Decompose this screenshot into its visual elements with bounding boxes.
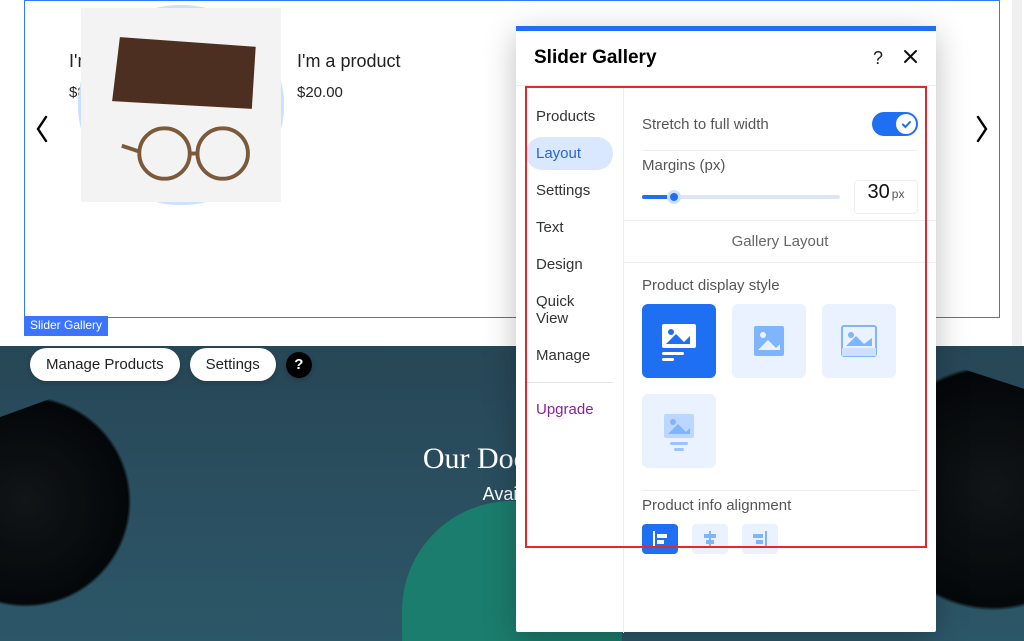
margins-value-box[interactable]: 30 px — [854, 180, 918, 214]
margins-label: Margins (px) — [642, 157, 918, 174]
gallery-prev-arrow[interactable] — [31, 109, 53, 149]
side-tab-settings[interactable]: Settings — [526, 174, 613, 207]
product-name: I'm a product — [297, 51, 503, 72]
product-image — [78, 5, 284, 205]
display-style-option-1[interactable] — [642, 304, 716, 378]
stretch-label: Stretch to full width — [642, 116, 769, 133]
help-icon[interactable]: ? — [286, 352, 312, 378]
panel-header: Slider Gallery ? — [516, 31, 936, 86]
product-card[interactable]: I'm a product $20.00 — [297, 27, 503, 101]
side-tab-products[interactable]: Products — [526, 100, 613, 133]
side-upgrade-link[interactable]: Upgrade — [526, 393, 613, 426]
side-tab-text[interactable]: Text — [526, 211, 613, 244]
info-alignment-label: Product info alignment — [642, 497, 918, 514]
info-alignment-options — [642, 524, 918, 554]
align-center-option[interactable] — [692, 524, 728, 554]
product-price: $20.00 — [297, 84, 503, 101]
selection-tag: Slider Gallery — [24, 316, 108, 336]
align-left-option[interactable] — [642, 524, 678, 554]
display-style-option-2[interactable] — [732, 304, 806, 378]
display-style-options — [642, 304, 918, 468]
settings-button[interactable]: Settings — [190, 348, 276, 381]
margins-slider[interactable] — [642, 186, 840, 208]
gallery-layout-section-title: Gallery Layout — [624, 220, 936, 263]
display-style-label: Product display style — [642, 277, 918, 294]
panel-title: Slider Gallery — [534, 47, 657, 69]
panel-close-icon[interactable] — [903, 48, 918, 69]
selection-actions: Manage Products Settings ? — [30, 348, 312, 381]
settings-panel: Slider Gallery ? Products Layout Setting… — [516, 26, 936, 632]
margins-value: 30 — [868, 181, 890, 204]
check-icon — [896, 114, 916, 134]
align-right-option[interactable] — [742, 524, 778, 554]
panel-help-icon[interactable]: ? — [873, 48, 883, 69]
side-tab-manage[interactable]: Manage — [526, 339, 613, 372]
display-style-option-3[interactable] — [822, 304, 896, 378]
margins-unit: px — [892, 187, 905, 201]
panel-content: Stretch to full width Margins (px) 30 — [624, 86, 936, 633]
gallery-next-arrow[interactable] — [971, 109, 993, 149]
manage-products-button[interactable]: Manage Products — [30, 348, 180, 381]
side-tab-layout[interactable]: Layout — [526, 137, 613, 170]
editor-stage: I'm a product $85.00 I'm a product $20.0… — [0, 0, 1024, 641]
side-tab-quick-view[interactable]: Quick View — [526, 285, 613, 335]
stretch-toggle[interactable] — [872, 112, 918, 136]
display-style-option-4[interactable] — [642, 394, 716, 468]
panel-side-nav: Products Layout Settings Text Design Qui… — [516, 86, 624, 633]
side-tab-design[interactable]: Design — [526, 248, 613, 281]
